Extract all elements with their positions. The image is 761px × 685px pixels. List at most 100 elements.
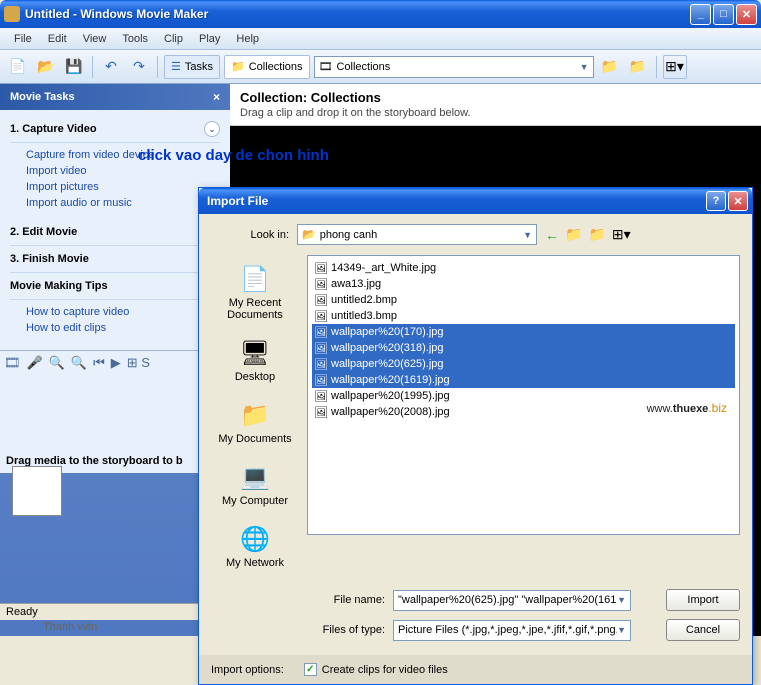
desktop-icon: 🖥 bbox=[239, 337, 271, 369]
link-import-pictures[interactable]: Import pictures bbox=[26, 179, 220, 195]
views-icon[interactable]: ⊞▾ bbox=[612, 226, 631, 243]
place-recent[interactable]: 📄My Recent Documents bbox=[211, 259, 299, 325]
maximize-button[interactable]: □ bbox=[713, 4, 734, 25]
menu-help[interactable]: Help bbox=[228, 31, 267, 47]
computer-icon: 💻 bbox=[239, 461, 271, 493]
image-icon: 🖼 bbox=[314, 389, 328, 403]
file-item[interactable]: 🖼wallpaper%20(1619).jpg bbox=[312, 372, 735, 388]
section-capture[interactable]: 1. Capture Video⌄ bbox=[10, 116, 220, 143]
link-import-video[interactable]: Import video bbox=[26, 163, 220, 179]
filename-label: File name: bbox=[307, 594, 385, 606]
menu-clip[interactable]: Clip bbox=[156, 31, 191, 47]
file-item[interactable]: 🖼wallpaper%20(625).jpg bbox=[312, 356, 735, 372]
image-icon: 🖼 bbox=[314, 341, 328, 355]
file-list[interactable]: 🖼14349-_art_White.jpg🖼awa13.jpg🖼untitled… bbox=[307, 255, 740, 535]
places-bar: 📄My Recent Documents 🖥Desktop 📁My Docume… bbox=[211, 255, 299, 577]
close-button[interactable]: ✕ bbox=[736, 4, 757, 25]
app-icon bbox=[4, 6, 20, 22]
minimize-button[interactable]: _ bbox=[690, 4, 711, 25]
network-icon: 🌐 bbox=[239, 523, 271, 555]
image-icon: 🖼 bbox=[314, 261, 328, 275]
newfolder-icon[interactable]: 📁 bbox=[626, 55, 650, 79]
cancel-button[interactable]: Cancel bbox=[666, 619, 740, 641]
toolbar: 📄 📂 💾 ↶ ↷ ☰Tasks 📁Collections 🎞Collectio… bbox=[0, 50, 761, 84]
link-howto-edit[interactable]: How to edit clips bbox=[26, 320, 220, 336]
chevron-down-icon[interactable]: ⌄ bbox=[204, 121, 220, 137]
statusbar: Ready bbox=[0, 603, 230, 620]
recent-icon: 📄 bbox=[239, 263, 271, 295]
dialog-titlebar: Import File ? ✕ bbox=[199, 188, 752, 214]
storyboard-hint: Drag media to the storyboard to b bbox=[0, 375, 230, 473]
play-icon[interactable]: ▶ bbox=[111, 355, 121, 371]
place-documents[interactable]: 📁My Documents bbox=[214, 395, 295, 449]
place-computer[interactable]: 💻My Computer bbox=[218, 457, 292, 511]
section-edit[interactable]: 2. Edit Movie⌄ bbox=[10, 219, 220, 246]
filetype-label: Files of type: bbox=[307, 624, 385, 636]
file-item[interactable]: 🖼14349-_art_White.jpg bbox=[312, 260, 735, 276]
section-finish[interactable]: 3. Finish Movie⌄ bbox=[10, 246, 220, 273]
watermark: www.thuexe.biz bbox=[647, 396, 727, 418]
file-item[interactable]: 🖼wallpaper%20(170).jpg bbox=[312, 324, 735, 340]
undo-icon[interactable]: ↶ bbox=[99, 55, 123, 79]
storyboard-icon[interactable]: ⊞ S bbox=[127, 355, 150, 371]
collections-button[interactable]: 📁Collections bbox=[224, 55, 310, 79]
up-folder-icon[interactable]: 📁 bbox=[565, 226, 582, 243]
sidebar: Movie Tasks × 1. Capture Video⌄ Capture … bbox=[0, 84, 230, 636]
tasks-button[interactable]: ☰Tasks bbox=[164, 55, 220, 79]
section-tips[interactable]: Movie Making Tips⌃ bbox=[10, 273, 220, 300]
image-icon: 🖼 bbox=[314, 309, 328, 323]
timeline-toolbar: 🎞 🎤 🔍 🔍 ⏮ ▶ ⊞ S bbox=[0, 351, 230, 375]
zoomin-icon[interactable]: 🔍 bbox=[49, 355, 65, 371]
file-item[interactable]: 🖼untitled2.bmp bbox=[312, 292, 735, 308]
import-file-dialog: Import File ? ✕ Look in: 📂phong canh▼ ← … bbox=[198, 187, 753, 685]
image-icon: 🖼 bbox=[314, 357, 328, 371]
image-icon: 🖼 bbox=[314, 325, 328, 339]
folder-icon: 📂 bbox=[302, 228, 316, 241]
mic-icon[interactable]: 🎤 bbox=[27, 355, 43, 371]
lookin-label: Look in: bbox=[211, 229, 289, 241]
menu-tools[interactable]: Tools bbox=[114, 31, 156, 47]
timeline-icon[interactable]: 🎞 bbox=[4, 355, 21, 371]
import-button[interactable]: Import bbox=[666, 589, 740, 611]
view-icon[interactable]: ⊞▾ bbox=[663, 55, 687, 79]
documents-icon: 📁 bbox=[239, 399, 271, 431]
file-item[interactable]: 🖼awa13.jpg bbox=[312, 276, 735, 292]
redo-icon[interactable]: ↷ bbox=[127, 55, 151, 79]
menu-file[interactable]: File bbox=[6, 31, 40, 47]
link-import-audio[interactable]: Import audio or music bbox=[26, 195, 220, 211]
dialog-help-button[interactable]: ? bbox=[706, 191, 726, 211]
filetype-dropdown[interactable]: Picture Files (*.jpg,*.jpeg,*.jpe,*.jfif… bbox=[393, 620, 631, 641]
place-network[interactable]: 🌐My Network bbox=[222, 519, 288, 573]
collection-header: Collection: Collections Drag a clip and … bbox=[230, 84, 761, 126]
file-item[interactable]: 🖼wallpaper%20(318).jpg bbox=[312, 340, 735, 356]
link-howto-capture[interactable]: How to capture video bbox=[26, 304, 220, 320]
image-icon: 🖼 bbox=[314, 405, 328, 419]
storyboard-thumb[interactable] bbox=[12, 466, 62, 516]
rewind-icon[interactable]: ⏮ bbox=[93, 355, 105, 371]
up-icon[interactable]: 📁 bbox=[598, 55, 622, 79]
create-clips-checkbox[interactable]: ✓Create clips for video files bbox=[304, 663, 448, 676]
window-title: Untitled - Windows Movie Maker bbox=[25, 7, 690, 21]
image-icon: 🖼 bbox=[314, 373, 328, 387]
open-icon[interactable]: 📂 bbox=[34, 55, 58, 79]
file-item[interactable]: 🖼untitled3.bmp bbox=[312, 308, 735, 324]
image-icon: 🖼 bbox=[314, 277, 328, 291]
save-icon[interactable]: 💾 bbox=[62, 55, 86, 79]
dialog-close-button[interactable]: ✕ bbox=[728, 191, 748, 211]
zoomout-icon[interactable]: 🔍 bbox=[71, 355, 87, 371]
import-options-label: Import options: bbox=[211, 664, 284, 676]
filename-input[interactable]: "wallpaper%20(625).jpg" "wallpaper%20(16… bbox=[393, 590, 631, 611]
menu-edit[interactable]: Edit bbox=[40, 31, 75, 47]
collection-dropdown[interactable]: 🎞Collections▼ bbox=[314, 56, 594, 78]
menu-view[interactable]: View bbox=[75, 31, 115, 47]
main-titlebar: Untitled - Windows Movie Maker _ □ ✕ bbox=[0, 0, 761, 28]
sidebar-header: Movie Tasks × bbox=[0, 84, 230, 110]
lookin-dropdown[interactable]: 📂phong canh▼ bbox=[297, 224, 537, 245]
menubar: File Edit View Tools Clip Play Help bbox=[0, 28, 761, 50]
new-folder-icon[interactable]: 📁 bbox=[588, 226, 605, 243]
back-icon[interactable]: ← bbox=[545, 227, 559, 243]
place-desktop[interactable]: 🖥Desktop bbox=[231, 333, 279, 387]
menu-play[interactable]: Play bbox=[191, 31, 228, 47]
new-icon[interactable]: 📄 bbox=[6, 55, 30, 79]
sidebar-close-icon[interactable]: × bbox=[213, 90, 220, 104]
